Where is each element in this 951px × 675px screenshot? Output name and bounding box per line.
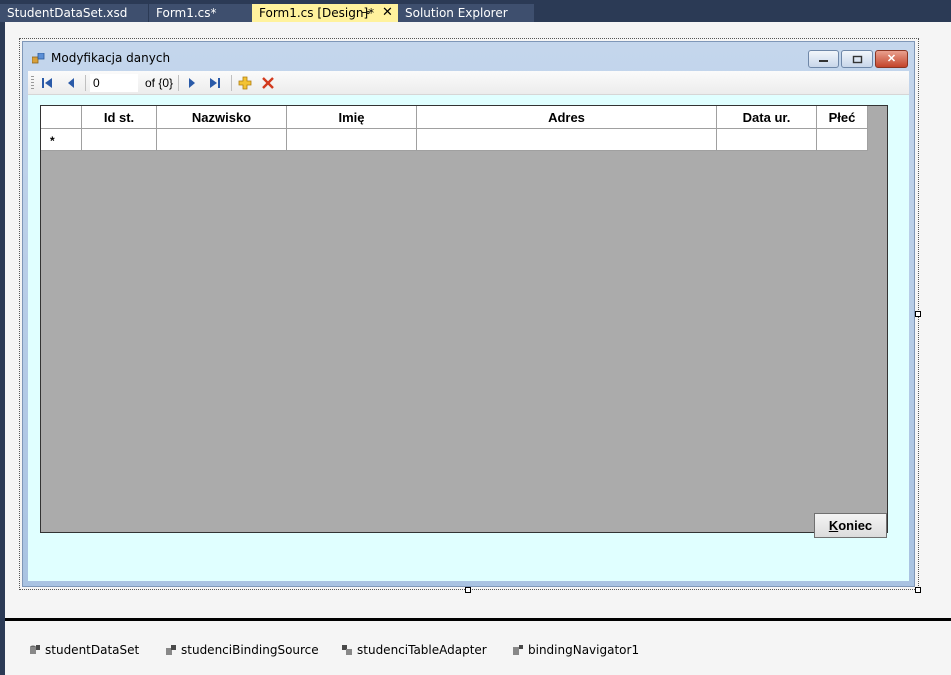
pin-icon[interactable]: ⊸ (361, 4, 370, 22)
add-new-icon (238, 76, 252, 90)
add-new-button[interactable] (236, 74, 254, 92)
koniec-button[interactable]: Koniec (814, 513, 887, 538)
minimize-button[interactable] (808, 50, 839, 68)
koniec-accelerator: K (828, 518, 839, 533)
binding-navigator: of {0} (28, 71, 909, 95)
position-input[interactable] (90, 74, 138, 92)
tab-solution-explorer[interactable]: Solution Explorer (398, 4, 534, 22)
maximize-icon (852, 55, 862, 63)
maximize-button[interactable] (841, 50, 873, 68)
tray-item-studencitableadapter[interactable]: studenciTableAdapter (341, 643, 487, 657)
row-header-corner[interactable] (41, 106, 82, 129)
column-header-label: Nazwisko (191, 109, 252, 125)
toolstrip-separator (231, 75, 232, 91)
grid-cell[interactable] (817, 129, 868, 151)
component-tray: studentDataSet studenciBindingSource stu… (5, 621, 951, 675)
column-header-id[interactable]: Id st. (82, 106, 157, 129)
toolstrip-separator (85, 75, 86, 91)
new-row-marker: * (50, 134, 55, 148)
form-window: Modyfikacja danych ✕ of {0} (22, 41, 915, 587)
close-button[interactable]: ✕ (875, 50, 908, 68)
resize-handle-corner[interactable] (915, 587, 921, 593)
move-last-button[interactable] (206, 74, 224, 92)
tray-item-label: studenciTableAdapter (357, 643, 487, 657)
grid-cell[interactable] (287, 129, 417, 151)
students-data-grid[interactable]: Id st. Nazwisko Imię Adres Data ur. Płeć… (40, 105, 888, 533)
tray-item-label: bindingNavigator1 (528, 643, 640, 657)
new-row-header[interactable]: * (41, 129, 82, 151)
move-first-icon (42, 78, 52, 88)
move-previous-icon (68, 78, 74, 88)
document-tab-strip: StudentDataSet.xsd Form1.cs* Form1.cs [D… (0, 0, 951, 22)
delete-icon (262, 77, 274, 89)
move-last-icon (210, 78, 220, 88)
column-header-nazwisko[interactable]: Nazwisko (157, 106, 287, 129)
column-header-label: Adres (548, 109, 585, 125)
tray-item-label: studenciBindingSource (181, 643, 319, 657)
column-header-data-ur[interactable]: Data ur. (717, 106, 817, 129)
grid-cell[interactable] (417, 129, 717, 151)
binding-navigator-icon (513, 645, 523, 655)
column-header-label: Płeć (828, 109, 856, 125)
tab-form1-design[interactable]: Form1.cs [Design]* ⊸ ✕ (252, 4, 398, 22)
tray-item-studentdataset[interactable]: studentDataSet (29, 643, 139, 657)
column-header-label: Data ur. (742, 109, 791, 125)
toolstrip-separator (178, 75, 179, 91)
toolstrip-grip[interactable] (31, 76, 34, 90)
binding-source-icon (166, 645, 176, 655)
tray-item-studencibindingsource[interactable]: studenciBindingSource (165, 643, 319, 657)
column-header-imie[interactable]: Imię (287, 106, 417, 129)
form-icon (32, 53, 45, 64)
dataset-icon (30, 645, 40, 654)
tab-label: Form1.cs* (156, 6, 217, 20)
grid-cell[interactable] (717, 129, 817, 151)
move-next-button[interactable] (183, 74, 201, 92)
grid-cell[interactable] (157, 129, 287, 151)
table-adapter-icon (342, 645, 352, 655)
count-label: of {0} (145, 76, 174, 90)
resize-handle-bottom[interactable] (465, 587, 471, 593)
tab-label: Solution Explorer (405, 6, 508, 20)
form-client-area: of {0} Id st. Nazwisko Imię Adres Data u… (28, 71, 909, 581)
column-header-label: Imię (338, 109, 365, 125)
tray-item-bindingnavigator1[interactable]: bindingNavigator1 (512, 643, 639, 657)
delete-button[interactable] (259, 74, 277, 92)
tab-label: Form1.cs [Design]* (259, 6, 375, 20)
close-icon: ✕ (886, 52, 897, 65)
tab-label: StudentDataSet.xsd (7, 6, 128, 20)
tray-item-label: studentDataSet (45, 643, 140, 657)
minimize-icon (819, 59, 828, 62)
close-tab-icon[interactable]: ✕ (382, 4, 393, 22)
tab-form1-cs[interactable]: Form1.cs* (149, 4, 252, 22)
move-previous-button[interactable] (62, 74, 80, 92)
column-header-label: Id st. (103, 109, 135, 125)
resize-handle-right[interactable] (915, 311, 921, 317)
koniec-label: oniec (838, 518, 873, 533)
column-header-plec[interactable]: Płeć (817, 106, 868, 129)
grid-cell[interactable] (82, 129, 157, 151)
tab-studentdataset-xsd[interactable]: StudentDataSet.xsd (0, 4, 148, 22)
column-header-adres[interactable]: Adres (417, 106, 717, 129)
move-first-button[interactable] (38, 74, 56, 92)
move-next-icon (189, 78, 195, 88)
form-title: Modyfikacja danych (51, 51, 171, 65)
